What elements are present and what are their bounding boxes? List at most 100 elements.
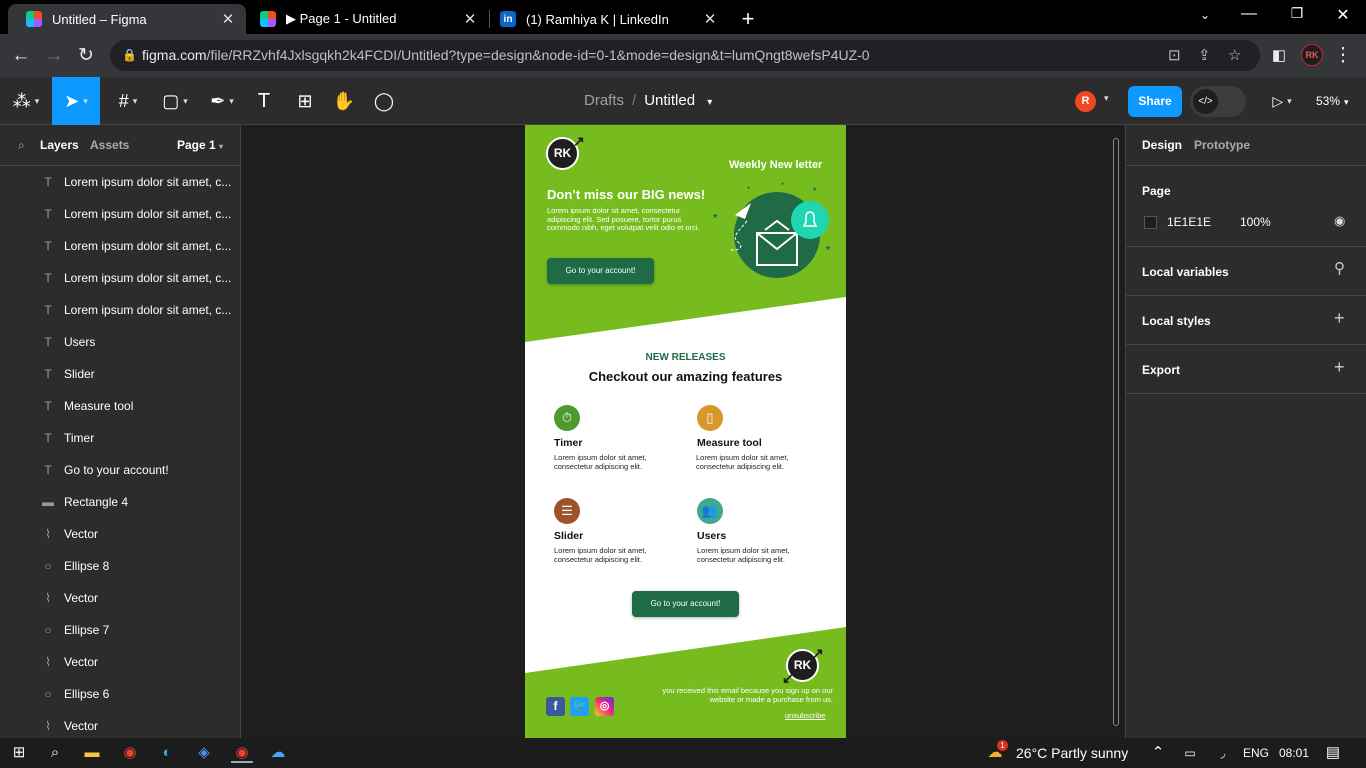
bg-color-hex[interactable]: 1E1E1E <box>1167 215 1211 229</box>
rectangle-layer-icon: ▬ <box>42 495 54 509</box>
variables-icon[interactable]: ⚲ <box>1334 259 1345 277</box>
install-app-icon[interactable]: ⊡ <box>1168 40 1181 71</box>
layer-row[interactable]: ⌇ Vector <box>0 582 240 614</box>
resources-button[interactable]: ⊞ <box>290 77 320 125</box>
tab-prototype[interactable]: Prototype <box>1194 138 1250 152</box>
local-variables-label[interactable]: Local variables <box>1142 265 1229 279</box>
close-icon[interactable]: ✕ <box>700 10 720 28</box>
bg-color-swatch[interactable] <box>1144 216 1157 229</box>
search-icon[interactable]: ⌕ <box>18 138 25 153</box>
breadcrumb-drafts[interactable]: Drafts <box>584 92 624 109</box>
onedrive-icon[interactable]: ☁ <box>268 743 288 763</box>
bookmark-star-icon[interactable]: ☆ <box>1228 40 1241 71</box>
hero-body-text: Lorem ipsum dolor sit amet, consectetur … <box>547 206 700 232</box>
pen-tool-button[interactable]: ✒ ▾ <box>202 77 242 125</box>
menu-kebab-icon[interactable]: ⋮ <box>1330 43 1356 69</box>
layer-row[interactable]: ○ Ellipse 6 <box>0 678 240 710</box>
clock[interactable]: 08:01 <box>1279 746 1309 760</box>
user-avatar[interactable]: R <box>1075 91 1096 112</box>
main-menu-button[interactable]: ⁂ ▾ <box>6 77 46 125</box>
chevron-down-icon[interactable]: ▾ <box>1104 93 1109 104</box>
tab-figma-untitled[interactable]: Untitled – Figma ✕ <box>8 4 246 34</box>
layer-row[interactable]: T Measure tool <box>0 390 240 422</box>
back-button[interactable]: ← <box>8 43 34 69</box>
canvas-scrollbar[interactable] <box>1113 138 1119 726</box>
tab-design[interactable]: Design <box>1142 138 1182 152</box>
wifi-icon[interactable]: ◞ <box>1213 743 1233 763</box>
zoom-menu[interactable]: 53% ▾ <box>1316 77 1349 125</box>
logo-arrow-icon: ↗ <box>573 133 585 149</box>
chevron-down-icon[interactable]: ▾ <box>707 97 712 108</box>
chrome-icon[interactable]: ◉ <box>120 743 140 763</box>
share-page-icon[interactable]: ⇪ <box>1198 40 1211 71</box>
layer-row[interactable]: ○ Ellipse 7 <box>0 614 240 646</box>
layer-row[interactable]: T Lorem ipsum dolor sit amet, c... <box>0 166 240 198</box>
edge-icon[interactable]: ◐ <box>157 743 177 763</box>
shape-tool-button[interactable]: ▢ ▾ <box>155 77 195 125</box>
eye-icon[interactable]: ◉ <box>1334 213 1345 229</box>
tab-search-icon[interactable]: ⌄ <box>1190 8 1220 22</box>
side-panel-icon[interactable]: ◧ <box>1266 43 1292 69</box>
layer-row[interactable]: T Lorem ipsum dolor sit amet, c... <box>0 294 240 326</box>
frame-tool-button[interactable]: # ▾ <box>108 77 148 125</box>
layer-row[interactable]: T Lorem ipsum dolor sit amet, c... <box>0 198 240 230</box>
present-button[interactable]: ▷ ▾ <box>1265 77 1299 125</box>
plus-icon[interactable]: + <box>1334 357 1345 378</box>
layer-row[interactable]: ⌇ Vector <box>0 646 240 678</box>
footer-notice: you received this email because you sign… <box>662 686 833 704</box>
tab-layers[interactable]: Layers <box>40 138 79 152</box>
go-to-account-button[interactable]: Go to your account! <box>547 258 654 284</box>
share-button[interactable]: Share <box>1128 86 1182 117</box>
twitter-icon[interactable]: 🐦 <box>570 697 589 716</box>
layer-row[interactable]: T Lorem ipsum dolor sit amet, c... <box>0 230 240 262</box>
close-icon[interactable]: ✕ <box>218 10 238 28</box>
text-tool-button[interactable]: T <box>250 77 278 125</box>
profile-avatar[interactable]: RK <box>1301 44 1323 66</box>
file-explorer-icon[interactable]: ▬ <box>82 743 102 763</box>
close-icon[interactable]: ✕ <box>460 10 480 28</box>
instagram-icon[interactable]: ◎ <box>595 697 614 716</box>
layer-row[interactable]: ⌇ Vector <box>0 518 240 550</box>
design-canvas[interactable]: ★ ● ● ★ ★ ● RK ↗ Weekly New letter Don’t… <box>241 125 1125 738</box>
weekly-newsletter-label: Weekly New letter <box>729 159 823 171</box>
dev-mode-toggle[interactable]: </> <box>1190 86 1246 117</box>
facebook-icon[interactable]: f <box>546 697 565 716</box>
new-tab-button[interactable]: + <box>737 6 759 32</box>
weather-text[interactable]: 26°C Partly sunny <box>1016 745 1128 761</box>
tab-title: Untitled – Figma <box>52 11 147 27</box>
windows-start-icon[interactable]: ⊞ <box>9 743 29 763</box>
tab-assets[interactable]: Assets <box>90 138 129 152</box>
layer-row[interactable]: T Lorem ipsum dolor sit amet, c... <box>0 262 240 294</box>
comment-tool-button[interactable]: ◯ <box>370 77 398 125</box>
chrome-active-icon[interactable]: ◉ <box>231 743 253 763</box>
tab-page1[interactable]: ▶ Page 1 - Untitled ✕ <box>250 4 488 34</box>
layer-row[interactable]: T Slider <box>0 358 240 390</box>
close-window-button[interactable]: ✕ <box>1328 5 1358 25</box>
reload-button[interactable]: ↻ <box>73 43 99 69</box>
tab-linkedin[interactable]: in (1) Ramhiya K | LinkedIn ✕ <box>490 4 728 34</box>
app-icon[interactable]: ◈ <box>194 743 214 763</box>
restore-button[interactable]: ❐ <box>1282 5 1312 22</box>
language-indicator[interactable]: ENG <box>1243 746 1269 760</box>
url-bar[interactable]: 🔒 figma.com/file/RRZvhf4Jxlsgqkh2k4FCDI/… <box>110 40 1260 71</box>
chevron-up-icon[interactable]: ⌃ <box>1148 743 1168 763</box>
forward-button[interactable]: → <box>41 43 67 69</box>
layer-row[interactable]: T Timer <box>0 422 240 454</box>
search-icon[interactable]: ⌕ <box>45 743 65 763</box>
plus-icon[interactable]: + <box>1334 308 1345 329</box>
minimize-button[interactable]: — <box>1234 5 1264 23</box>
file-name[interactable]: Untitled <box>644 92 695 109</box>
bg-opacity[interactable]: 100% <box>1240 215 1271 229</box>
layer-row[interactable]: ○ Ellipse 8 <box>0 550 240 582</box>
email-newsletter-frame[interactable]: ★ ● ● ★ ★ ● RK ↗ Weekly New letter Don’t… <box>525 125 846 738</box>
layer-row[interactable]: ▬ Rectangle 4 <box>0 486 240 518</box>
layer-row[interactable]: T Users <box>0 326 240 358</box>
layer-row[interactable]: T Go to your account! <box>0 454 240 486</box>
battery-icon[interactable]: ▭ <box>1180 743 1200 763</box>
page-selector[interactable]: Page 1 ▾ <box>177 138 223 152</box>
go-to-account-button-2[interactable]: Go to your account! <box>632 591 739 617</box>
unsubscribe-link[interactable]: unsubscribe <box>785 711 825 720</box>
notifications-icon[interactable]: ▤ <box>1323 743 1343 763</box>
hand-tool-button[interactable]: ✋ <box>330 77 358 125</box>
move-tool-button[interactable]: ➤ ▾ <box>52 77 100 125</box>
